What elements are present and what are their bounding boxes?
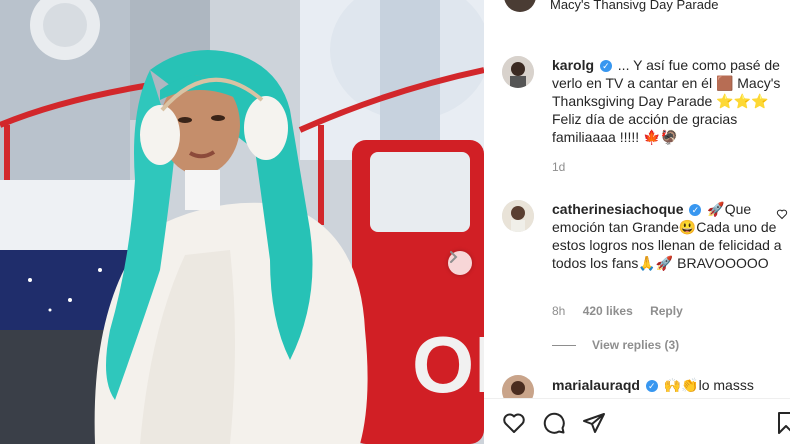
comment-time[interactable]: 1d bbox=[552, 160, 565, 174]
comment-meta: 1d bbox=[552, 160, 579, 174]
like-comment-heart-icon[interactable] bbox=[776, 208, 788, 220]
comment-meta: 8h 420 likes Reply bbox=[552, 304, 697, 318]
photo-illustration: OL bbox=[0, 0, 484, 444]
svg-text:OL: OL bbox=[412, 320, 484, 409]
comment-body: catherinesiachoque ✓ 🚀Que emoción tan Gr… bbox=[552, 200, 790, 272]
comment-time[interactable]: 8h bbox=[552, 304, 565, 318]
action-bar bbox=[484, 398, 790, 444]
comment-text: 🙌👏lo masss bbox=[663, 377, 754, 393]
verified-badge-icon: ✓ bbox=[645, 380, 658, 392]
chevron-right-icon bbox=[450, 251, 458, 263]
bookmark-icon[interactable] bbox=[776, 411, 790, 435]
avatar[interactable] bbox=[502, 200, 534, 232]
post-photo: OL bbox=[0, 0, 484, 444]
avatar[interactable] bbox=[504, 0, 536, 12]
comment-body: marialauraqd ✓ 🙌👏lo masss bbox=[552, 376, 790, 394]
comment-username[interactable]: marialauraqd bbox=[552, 377, 640, 393]
next-photo-button[interactable] bbox=[448, 251, 472, 275]
comments-panel: Macy's Thansivg Day Parade karolg ✓ ... … bbox=[484, 0, 790, 444]
avatar[interactable] bbox=[502, 56, 534, 88]
verified-badge-icon: ✓ bbox=[689, 204, 702, 216]
caption-header-text: Macy's Thansivg Day Parade bbox=[550, 0, 719, 12]
comment-username[interactable]: karolg bbox=[552, 57, 594, 73]
comment-username[interactable]: catherinesiachoque bbox=[552, 201, 684, 217]
comment-body: karolg ✓ ... Y así fue como pasé de verl… bbox=[552, 56, 790, 146]
reply-button[interactable]: Reply bbox=[650, 304, 683, 318]
view-replies-label: View replies (3) bbox=[592, 338, 680, 352]
verified-badge-icon: ✓ bbox=[599, 60, 612, 72]
paper-plane-icon[interactable] bbox=[582, 411, 606, 435]
comment-icon[interactable] bbox=[542, 411, 566, 435]
view-replies-button[interactable]: View replies (3) bbox=[552, 338, 679, 352]
divider bbox=[552, 344, 576, 346]
comment-likes[interactable]: 420 likes bbox=[583, 304, 633, 318]
heart-icon[interactable] bbox=[502, 411, 526, 435]
